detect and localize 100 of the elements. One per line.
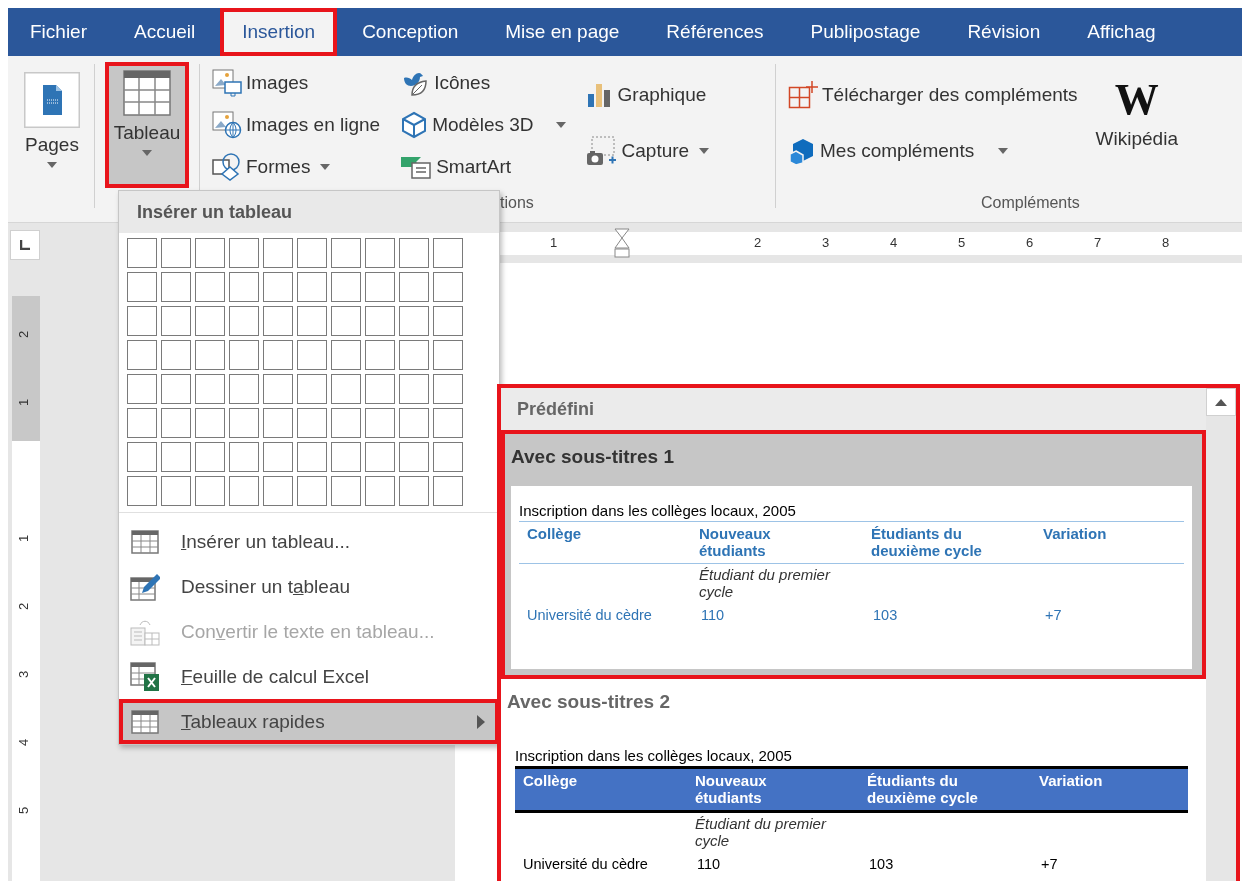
table-size-cell[interactable] xyxy=(365,408,395,438)
table-size-cell[interactable] xyxy=(161,374,191,404)
table-size-cell[interactable] xyxy=(331,408,361,438)
table-size-cell[interactable] xyxy=(331,306,361,336)
ribbon-tab[interactable]: Fichier xyxy=(8,8,109,56)
table-size-cell[interactable] xyxy=(263,306,293,336)
pages-button[interactable]: Pages xyxy=(20,64,84,222)
table-size-cell[interactable] xyxy=(263,374,293,404)
ribbon-button[interactable]: Images xyxy=(210,64,383,102)
table-size-cell[interactable] xyxy=(195,442,225,472)
table-size-cell[interactable] xyxy=(433,476,463,506)
table-size-cell[interactable] xyxy=(263,408,293,438)
menu-item[interactable]: Tableaux rapides xyxy=(119,699,499,744)
table-size-cell[interactable] xyxy=(127,442,157,472)
table-size-cell[interactable] xyxy=(229,238,259,268)
table-size-cell[interactable] xyxy=(365,340,395,370)
ribbon-tab[interactable]: Révision xyxy=(945,8,1063,56)
ribbon-tab[interactable]: Accueil xyxy=(112,8,218,56)
table-size-cell[interactable] xyxy=(263,340,293,370)
table-size-cell[interactable] xyxy=(229,476,259,506)
table-size-cell[interactable] xyxy=(331,340,361,370)
table-size-cell[interactable] xyxy=(229,272,259,302)
table-size-cell[interactable] xyxy=(263,272,293,302)
scroll-up-button[interactable] xyxy=(1206,388,1236,416)
table-size-cell[interactable] xyxy=(399,272,429,302)
indent-marker-icon[interactable] xyxy=(614,228,630,258)
menu-item[interactable]: Feuille de calcul Excel xyxy=(119,654,499,699)
table-size-cell[interactable] xyxy=(399,374,429,404)
table-size-cell[interactable] xyxy=(331,442,361,472)
table-size-cell[interactable] xyxy=(297,442,327,472)
table-size-cell[interactable] xyxy=(195,306,225,336)
table-size-cell[interactable] xyxy=(127,374,157,404)
quick-table-option[interactable]: Avec sous-titres 1 Inscription dans les collèges locaux, 2005 Collège Nouveaux étudiants Étudiants du deuxième cycle Variation Étudiant du premier cycle Université du cèdre 110 103 +7 xyxy=(501,430,1206,679)
table-size-cell[interactable] xyxy=(297,272,327,302)
table-size-cell[interactable] xyxy=(365,442,395,472)
ribbon-tab[interactable]: Affichag xyxy=(1065,8,1178,56)
table-button[interactable]: Tableau xyxy=(105,62,189,188)
ribbon-tab[interactable]: Références xyxy=(644,8,786,56)
ribbon-tab[interactable]: Insertion xyxy=(220,8,338,56)
ribbon-button[interactable]: Icônes xyxy=(398,64,568,102)
table-size-cell[interactable] xyxy=(161,306,191,336)
ribbon-button[interactable]: Capture xyxy=(583,132,712,170)
scrollbar[interactable] xyxy=(1206,388,1236,881)
ribbon-button[interactable]: Images en ligne xyxy=(210,106,383,144)
table-size-cell[interactable] xyxy=(161,272,191,302)
ribbon-button[interactable]: SmartArt xyxy=(398,148,568,186)
table-size-cell[interactable] xyxy=(127,476,157,506)
table-size-cell[interactable] xyxy=(297,238,327,268)
table-size-cell[interactable] xyxy=(297,306,327,336)
table-size-cell[interactable] xyxy=(195,272,225,302)
table-size-cell[interactable] xyxy=(195,340,225,370)
ribbon-button[interactable]: Télécharger des compléments xyxy=(786,76,1080,114)
table-size-cell[interactable] xyxy=(365,238,395,268)
table-size-cell[interactable] xyxy=(263,476,293,506)
table-size-cell[interactable] xyxy=(331,476,361,506)
table-size-cell[interactable] xyxy=(127,340,157,370)
table-size-cell[interactable] xyxy=(297,476,327,506)
table-size-cell[interactable] xyxy=(399,340,429,370)
table-size-cell[interactable] xyxy=(433,408,463,438)
table-size-cell[interactable] xyxy=(433,238,463,268)
table-size-cell[interactable] xyxy=(399,306,429,336)
table-size-cell[interactable] xyxy=(127,238,157,268)
table-size-cell[interactable] xyxy=(433,442,463,472)
table-size-cell[interactable] xyxy=(297,374,327,404)
table-size-cell[interactable] xyxy=(161,238,191,268)
table-size-cell[interactable] xyxy=(433,306,463,336)
table-size-cell[interactable] xyxy=(331,238,361,268)
ribbon-tab[interactable]: Conception xyxy=(340,8,481,56)
table-size-cell[interactable] xyxy=(161,476,191,506)
table-size-cell[interactable] xyxy=(399,238,429,268)
table-size-cell[interactable] xyxy=(331,374,361,404)
table-size-cell[interactable] xyxy=(433,272,463,302)
table-size-cell[interactable] xyxy=(331,272,361,302)
menu-item[interactable]: Insérer un tableau... xyxy=(119,519,499,564)
ribbon-button[interactable]: Graphique xyxy=(583,76,712,114)
table-size-cell[interactable] xyxy=(161,442,191,472)
table-size-cell[interactable] xyxy=(229,408,259,438)
table-size-cell[interactable] xyxy=(365,476,395,506)
tab-stop-button[interactable] xyxy=(10,230,40,260)
table-size-cell[interactable] xyxy=(195,476,225,506)
table-size-cell[interactable] xyxy=(195,374,225,404)
ribbon-button[interactable]: Formes xyxy=(210,148,383,186)
table-size-cell[interactable] xyxy=(297,408,327,438)
table-size-cell[interactable] xyxy=(365,272,395,302)
table-size-cell[interactable] xyxy=(229,306,259,336)
ribbon-tab[interactable]: Mise en page xyxy=(483,8,642,56)
ribbon-button[interactable]: Modèles 3D xyxy=(398,106,568,144)
wikipedia-button[interactable]: W Wikipédia xyxy=(1091,64,1182,194)
table-size-cell[interactable] xyxy=(433,340,463,370)
table-size-cell[interactable] xyxy=(161,408,191,438)
table-size-cell[interactable] xyxy=(263,238,293,268)
table-size-cell[interactable] xyxy=(433,374,463,404)
menu-item[interactable]: Dessiner un tableau xyxy=(119,564,499,609)
table-size-cell[interactable] xyxy=(195,408,225,438)
table-size-cell[interactable] xyxy=(229,442,259,472)
table-size-cell[interactable] xyxy=(399,476,429,506)
table-size-cell[interactable] xyxy=(365,374,395,404)
table-size-cell[interactable] xyxy=(297,340,327,370)
table-size-cell[interactable] xyxy=(127,408,157,438)
table-size-cell[interactable] xyxy=(127,306,157,336)
